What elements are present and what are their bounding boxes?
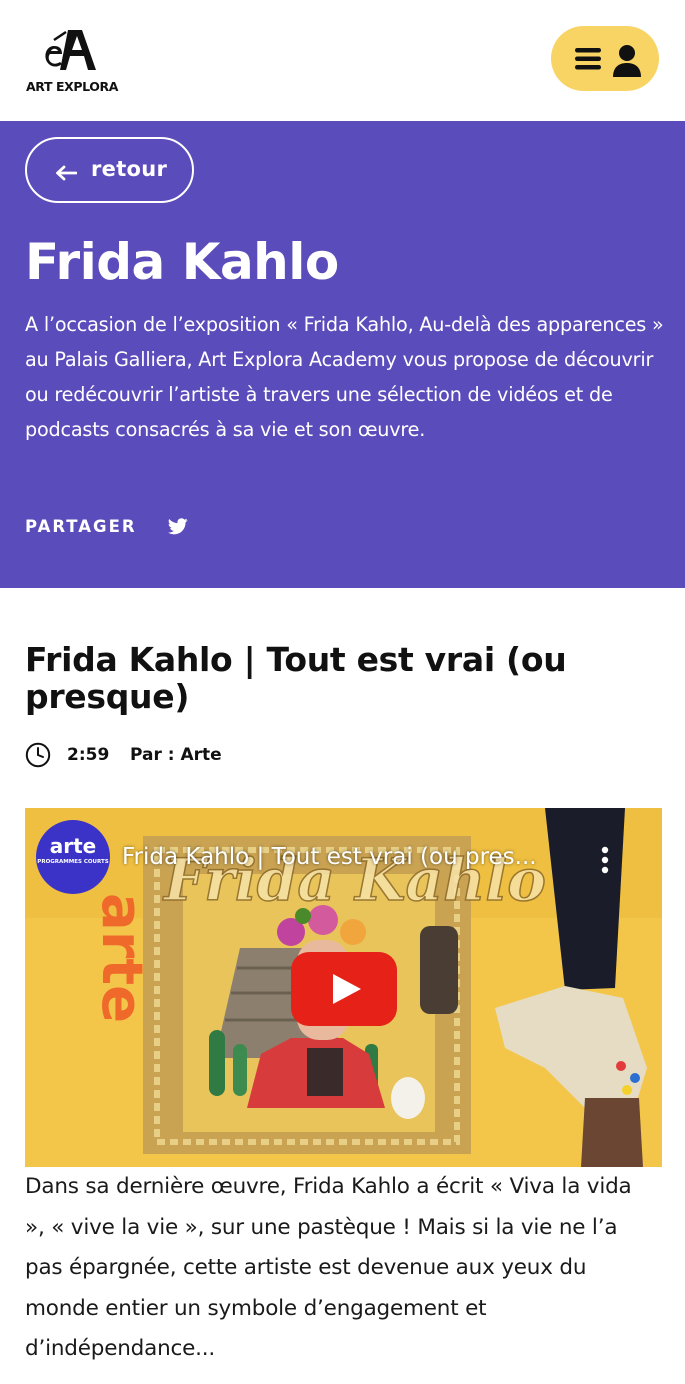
intro-text: A l’occasion de l’exposition « Frida Kah…	[25, 313, 664, 441]
video-player[interactable]: arte Frida Kahlo arte PROGRAMMES COURTS …	[25, 808, 662, 1167]
hamburger-icon	[575, 48, 601, 70]
top-header: ART EXPLORA	[0, 0, 685, 121]
channel-name: arte	[49, 834, 97, 858]
article-description: Dans sa dernière œuvre, Frida Kahlo a éc…	[25, 1174, 632, 1361]
user-icon	[613, 45, 641, 77]
twitter-icon[interactable]	[168, 518, 188, 535]
share-label: PARTAGER	[25, 517, 137, 536]
arrow-left-icon	[56, 165, 77, 181]
page-title: Frida Kahlo	[25, 233, 339, 291]
clock-icon	[25, 742, 51, 768]
hero-section: retour Frida Kahlo A l’occasion de l’exp…	[0, 121, 685, 588]
logo-mark-icon	[45, 30, 96, 70]
back-button[interactable]: retour	[25, 137, 194, 203]
article-title: Frida Kahlo | Tout est vrai (ou presque)	[25, 640, 567, 716]
art-explora-logo[interactable]: ART EXPLORA	[26, 26, 126, 96]
menu-account-button[interactable]	[551, 26, 659, 91]
more-options-icon[interactable]	[601, 846, 609, 874]
video-duration: 2:59	[67, 745, 110, 765]
back-label: retour	[91, 157, 168, 181]
logo-text: ART EXPLORA	[26, 79, 118, 94]
play-icon[interactable]	[291, 952, 397, 1026]
channel-avatar[interactable]: arte PROGRAMMES COURTS	[36, 820, 110, 894]
video-title[interactable]: Frida Kahlo | Tout est vrai (ou pres...	[122, 844, 537, 870]
video-author: Par : Arte	[130, 745, 222, 765]
channel-subtitle: PROGRAMMES COURTS	[37, 859, 109, 865]
